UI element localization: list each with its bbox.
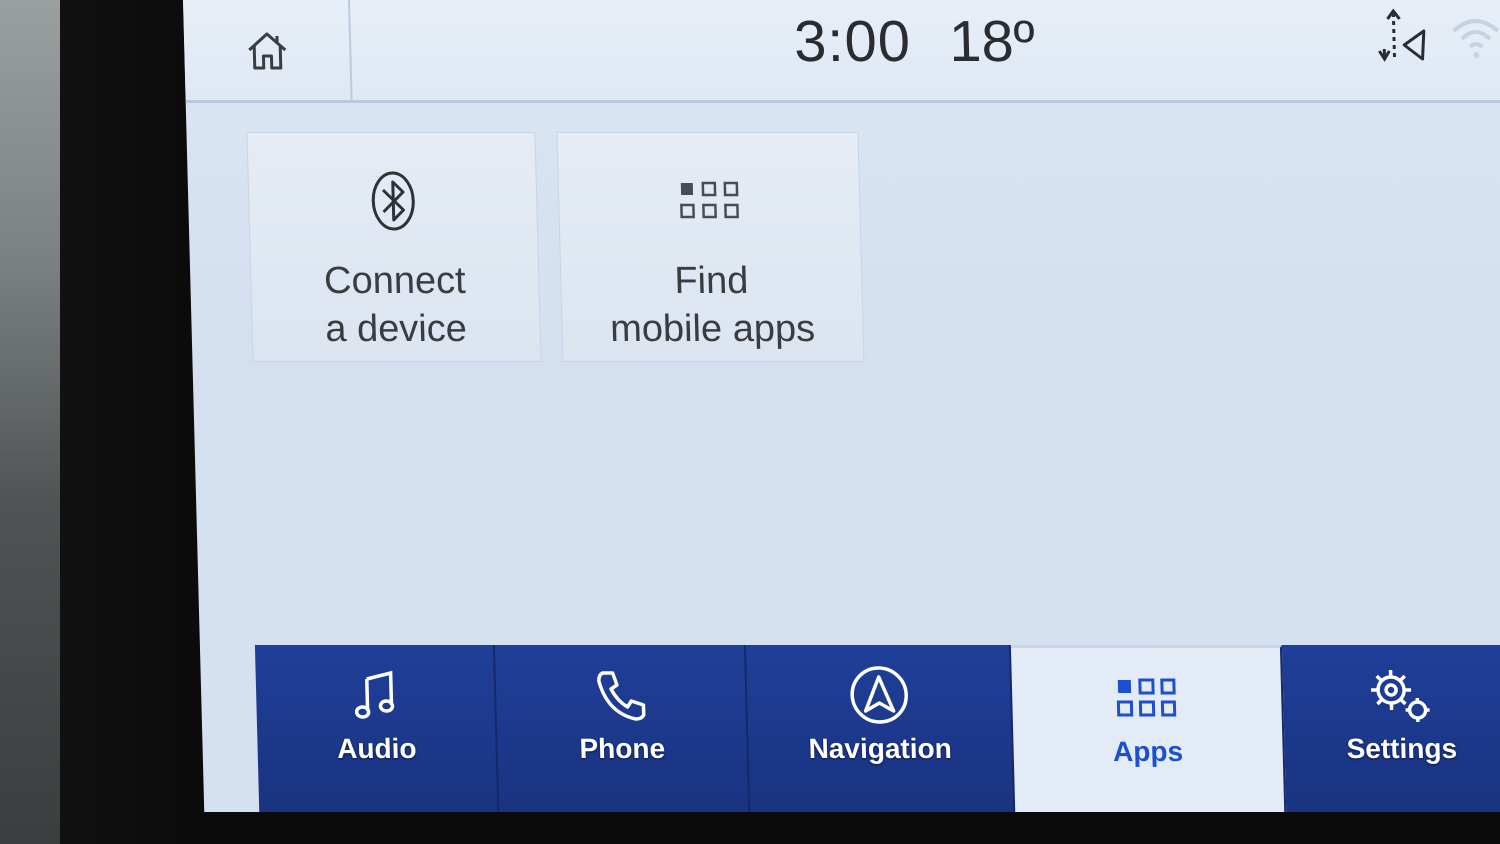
bottom-nav-bar: Audio Phone Navigation Apps Settings xyxy=(254,645,1500,812)
wifi-icon xyxy=(1452,19,1500,58)
nav-label-audio: Audio xyxy=(336,733,417,764)
find-apps-label: Find mobile apps xyxy=(609,260,816,350)
status-icons xyxy=(1373,0,1500,70)
infotainment-screen: 3:00 18º Connect a device Find mobile ap… xyxy=(183,0,1500,812)
clock-time: 3:00 xyxy=(793,9,912,74)
find-mobile-apps-tile[interactable]: Find mobile apps xyxy=(556,132,865,362)
outside-temperature: 18º xyxy=(948,9,1036,74)
nav-label-settings: Settings xyxy=(1346,733,1458,764)
nav-tab-apps[interactable]: Apps xyxy=(1011,645,1286,812)
home-icon xyxy=(247,32,286,70)
status-bar: 3:00 18º xyxy=(183,0,1500,103)
home-button[interactable] xyxy=(183,0,353,100)
bluetooth-icon xyxy=(368,169,418,233)
phone-transfer-icon xyxy=(1378,8,1426,62)
music-note-icon xyxy=(353,667,398,723)
apps-grid-icon xyxy=(1116,670,1177,726)
phone-icon xyxy=(592,667,649,723)
nav-label-phone: Phone xyxy=(579,733,666,764)
connect-device-label: Connect a device xyxy=(323,260,468,350)
apps-grid-icon xyxy=(678,169,740,233)
nav-label-navigation: Navigation xyxy=(808,733,953,764)
navigation-icon xyxy=(848,666,909,724)
nav-tab-phone[interactable]: Phone xyxy=(495,645,751,812)
gear-icon xyxy=(1365,667,1436,723)
nav-tab-settings[interactable]: Settings xyxy=(1281,645,1500,812)
dashboard-trim xyxy=(0,0,60,844)
nav-label-apps: Apps xyxy=(1112,736,1184,767)
nav-tab-audio[interactable]: Audio xyxy=(254,645,500,812)
connect-device-tile[interactable]: Connect a device xyxy=(246,132,542,362)
nav-tab-navigation[interactable]: Navigation xyxy=(745,645,1016,812)
